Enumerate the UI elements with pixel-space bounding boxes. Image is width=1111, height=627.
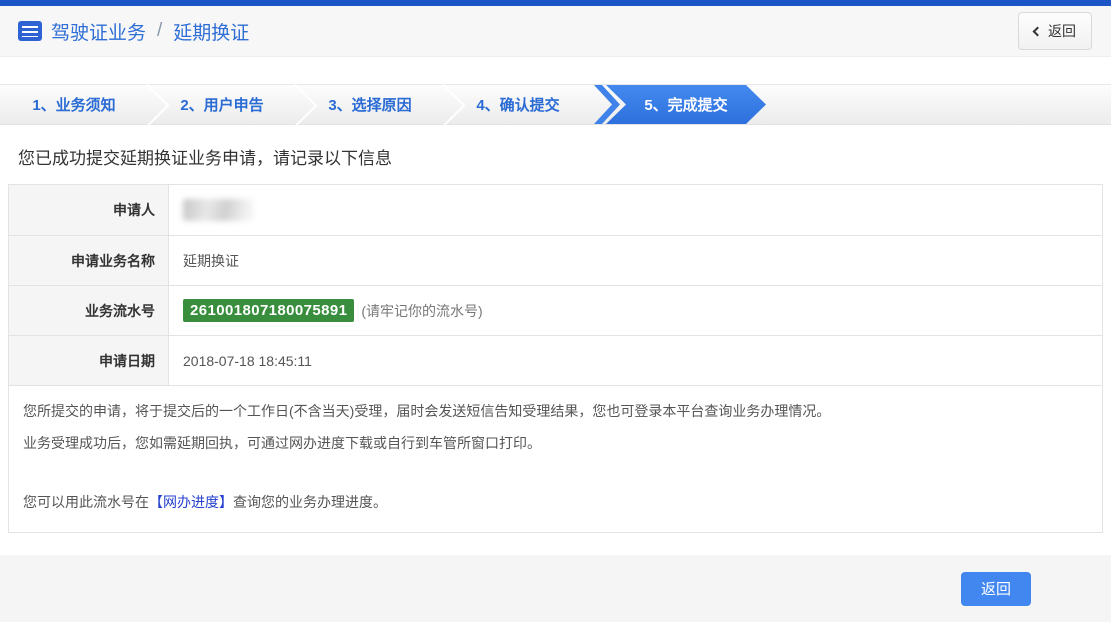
note-line-1: 您所提交的申请，将于提交后的一个工作日(不含当天)受理，届时会发送短信告知受理结… — [23, 403, 831, 419]
note-line-3: 您可以用此流水号在【网办进度】查询您的业务办理进度。 — [23, 486, 1088, 518]
back-button-top-label: 返回 — [1048, 23, 1076, 39]
back-button-bottom[interactable]: 返回 — [960, 571, 1031, 606]
note-line-2: 业务受理成功后，您如需延期回执，可通过网办进度下载或自行到车管所窗口打印。 — [23, 435, 541, 451]
step-tab-1-business-notice[interactable]: 1、业务须知 — [0, 85, 148, 124]
row-value: 2018-07-18 18:45:11 — [183, 352, 312, 369]
row-value: 延期换证 — [183, 252, 239, 269]
serial-number-note: (请牢记你的流水号) — [361, 302, 483, 319]
footer-bar: 返回 — [0, 555, 1111, 622]
row-label: 申请人 — [9, 185, 169, 235]
online-progress-link[interactable]: 【网办进度】 — [149, 494, 233, 510]
page-header: 驾驶证业务 / 延期换证 返回 — [0, 6, 1111, 57]
breadcrumb: 驾驶证业务 / 延期换证 — [18, 18, 249, 45]
chevron-left-icon — [1032, 26, 1043, 37]
step-tab-4-confirm-submit[interactable]: 4、确认提交 — [444, 85, 592, 124]
back-button-top[interactable]: 返回 — [1018, 12, 1092, 50]
table-row-applicant: 申请人 — [9, 185, 1102, 235]
table-row-apply-date: 申请日期 2018-07-18 18:45:11 — [9, 335, 1102, 385]
table-row-serial-number: 业务流水号 261001807180075891 (请牢记你的流水号) — [9, 285, 1102, 335]
page-title-service: 驾驶证业务 — [51, 22, 147, 44]
success-message: 您已成功提交延期换证业务申请，请记录以下信息 — [18, 149, 392, 168]
row-value — [169, 185, 1102, 235]
row-value: 261001807180075891 (请牢记你的流水号) — [169, 286, 1102, 335]
list-icon — [18, 21, 42, 41]
info-table: 申请人 申请业务名称 延期换证 业务流水号 261001807180075891… — [8, 184, 1103, 386]
row-label: 申请业务名称 — [9, 236, 169, 285]
row-label: 申请日期 — [9, 336, 169, 385]
note-line-3-prefix: 您可以用此流水号在 — [23, 494, 149, 510]
step-tab-3-select-reason[interactable]: 3、选择原因 — [296, 85, 444, 124]
page-title-subservice: 延期换证 — [173, 22, 250, 44]
notes-panel: 您所提交的申请，将于提交后的一个工作日(不含当天)受理，届时会发送短信告知受理结… — [8, 386, 1103, 533]
row-label: 业务流水号 — [9, 286, 169, 335]
redacted-applicant-name — [183, 199, 253, 221]
table-row-service-name: 申请业务名称 延期换证 — [9, 235, 1102, 285]
breadcrumb-separator: / — [157, 20, 163, 41]
step-tab-2-user-declaration[interactable]: 2、用户申告 — [148, 85, 296, 124]
step-tabs: 1、业务须知 2、用户申告 3、选择原因 4、确认提交 5、完成提交 — [0, 84, 1111, 125]
note-line-3-suffix: 查询您的业务办理进度。 — [233, 494, 387, 510]
step-tab-5-complete-submit[interactable]: 5、完成提交 — [606, 85, 766, 124]
serial-number-badge: 261001807180075891 — [183, 299, 355, 322]
step-tab-5-active-wrap: 5、完成提交 — [592, 85, 772, 124]
